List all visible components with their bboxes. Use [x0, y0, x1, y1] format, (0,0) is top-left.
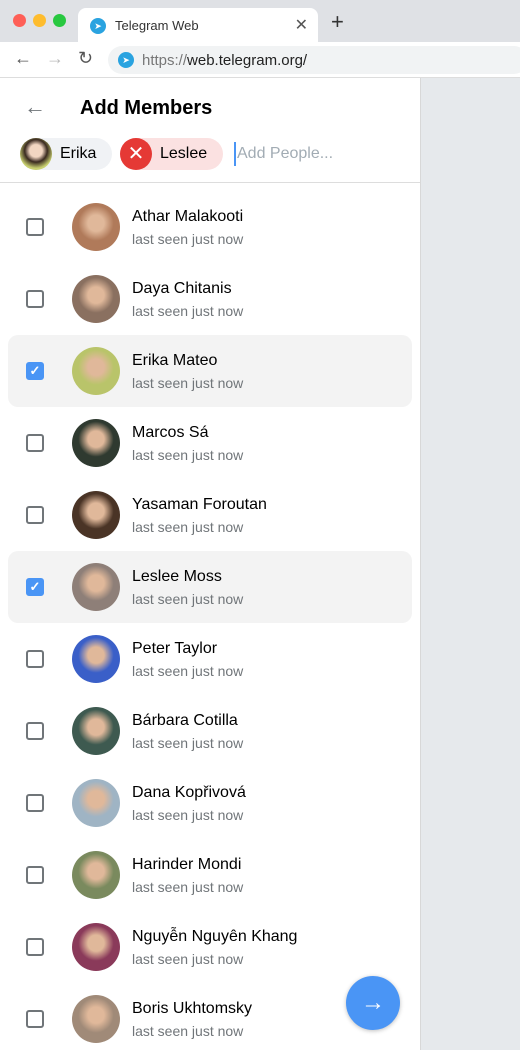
contact-status: last seen just now: [132, 447, 244, 463]
contact-status: last seen just now: [132, 663, 244, 679]
contact-status: last seen just now: [132, 231, 244, 247]
contact-row[interactable]: ✓ Leslee Moss last seen just now: [8, 551, 412, 623]
checkbox[interactable]: [26, 866, 44, 884]
chip-erika[interactable]: Erika: [20, 138, 112, 170]
remove-chip-icon[interactable]: ✕: [120, 138, 152, 170]
checkbox[interactable]: [26, 1010, 44, 1028]
url-scheme: https://: [142, 52, 188, 69]
checkbox[interactable]: [26, 794, 44, 812]
checkbox[interactable]: [26, 722, 44, 740]
contact-name: Marcos Sá: [132, 424, 209, 441]
checkbox[interactable]: [26, 650, 44, 668]
checkbox[interactable]: [26, 938, 44, 956]
avatar: [72, 851, 120, 899]
checkbox[interactable]: [26, 290, 44, 308]
contact-status: last seen just now: [132, 591, 244, 607]
contact-row[interactable]: Peter Taylor last seen just now: [8, 623, 412, 695]
contact-status: last seen just now: [132, 519, 244, 535]
minimize-window-button[interactable]: [33, 14, 46, 27]
avatar: [72, 491, 120, 539]
address-bar-row: ← → ↻ ➤ https://web.telegram.org/: [0, 42, 520, 78]
avatar: [72, 203, 120, 251]
chip-leslee[interactable]: ✕ Leslee: [120, 138, 223, 170]
contact-row[interactable]: Nguyễn Nguyên Khang last seen just now: [8, 911, 412, 983]
checkbox[interactable]: [26, 434, 44, 452]
contact-name: Daya Chitanis: [132, 280, 232, 297]
contact-status: last seen just now: [132, 375, 244, 391]
avatar: [72, 563, 120, 611]
avatar: [72, 347, 120, 395]
contact-row[interactable]: Marcos Sá last seen just now: [8, 407, 412, 479]
chip-label: Erika: [60, 145, 97, 162]
checkbox[interactable]: [26, 506, 44, 524]
contact-row[interactable]: ✓ Erika Mateo last seen just now: [8, 335, 412, 407]
contact-name: Yasaman Foroutan: [132, 496, 267, 513]
checkbox[interactable]: ✓: [26, 362, 44, 380]
contact-name: Boris Ukhtomsky: [132, 1000, 253, 1017]
contact-name: Peter Taylor: [132, 640, 218, 657]
contact-status: last seen just now: [132, 807, 244, 823]
contact-status: last seen just now: [132, 879, 244, 895]
contact-status: last seen just now: [132, 951, 244, 967]
avatar: [72, 779, 120, 827]
back-arrow-icon[interactable]: ←: [24, 94, 46, 120]
contact-name: Athar Malakooti: [132, 208, 244, 225]
close-tab-icon[interactable]: ✕: [295, 15, 308, 35]
contact-status: last seen just now: [132, 1023, 244, 1039]
url-field[interactable]: ➤ https://web.telegram.org/: [108, 46, 520, 74]
contact-name: Harinder Mondi: [132, 856, 242, 873]
divider: [0, 182, 420, 183]
avatar: [72, 275, 120, 323]
site-icon: ➤: [118, 52, 134, 68]
checkbox[interactable]: [26, 218, 44, 236]
tab-title: Telegram Web: [115, 18, 199, 33]
contact-row[interactable]: Yasaman Foroutan last seen just now: [8, 479, 412, 551]
browser-tab[interactable]: ➤ Telegram Web ✕: [78, 8, 318, 42]
contact-list: Athar Malakooti last seen just now Daya …: [0, 191, 420, 1055]
chip-label: Leslee: [160, 145, 208, 162]
next-button[interactable]: →: [346, 976, 400, 1030]
url-host: web.telegram.org/: [187, 52, 308, 69]
contact-row[interactable]: Harinder Mondi last seen just now: [8, 839, 412, 911]
avatar: [72, 923, 120, 971]
arrow-right-icon: →: [361, 989, 385, 1016]
avatar: [72, 707, 120, 755]
contact-status: last seen just now: [132, 735, 244, 751]
telegram-icon: ➤: [90, 18, 106, 34]
contact-name: Leslee Moss: [132, 568, 222, 585]
avatar: [72, 995, 120, 1043]
maximize-window-button[interactable]: [53, 14, 66, 27]
contact-name: Dana Kopřivová: [132, 784, 246, 801]
avatar: [72, 419, 120, 467]
contact-row[interactable]: Bárbara Cotilla last seen just now: [8, 695, 412, 767]
reload-icon[interactable]: ↻: [78, 48, 93, 69]
forward-nav-icon[interactable]: →: [46, 48, 64, 69]
contact-status: last seen just now: [132, 303, 244, 319]
contact-row[interactable]: Dana Kopřivová last seen just now: [8, 767, 412, 839]
back-nav-icon[interactable]: ←: [14, 48, 32, 69]
contact-name: Bárbara Cotilla: [132, 712, 238, 729]
chat-background: [420, 78, 520, 1050]
contact-row[interactable]: Daya Chitanis last seen just now: [8, 263, 412, 335]
add-people-input[interactable]: Add People...: [234, 142, 333, 166]
contact-row[interactable]: Athar Malakooti last seen just now: [8, 191, 412, 263]
close-window-button[interactable]: [13, 14, 26, 27]
new-tab-button[interactable]: +: [331, 9, 344, 35]
contact-name: Erika Mateo: [132, 352, 218, 369]
avatar: [72, 635, 120, 683]
page-title: Add Members: [80, 97, 213, 119]
avatar: [20, 138, 52, 170]
contact-name: Nguyễn Nguyên Khang: [132, 928, 298, 945]
browser-tab-bar: ➤ Telegram Web ✕ +: [0, 0, 520, 42]
checkbox[interactable]: ✓: [26, 578, 44, 596]
